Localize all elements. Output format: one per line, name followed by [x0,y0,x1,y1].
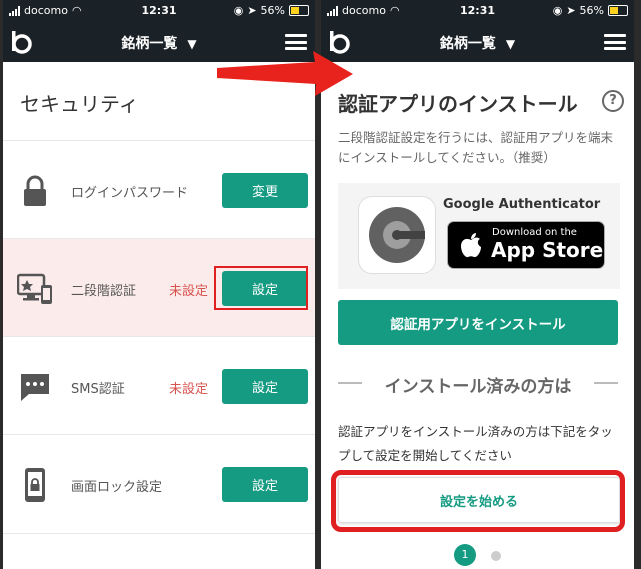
screen-lock-setup-button[interactable]: 設定 [222,467,308,502]
monitor-phone-icon [17,273,52,304]
security-row-sms: SMS認証 未設定 設定 [3,336,315,435]
google-authenticator-icon[interactable] [358,196,436,274]
install-description: 二段階認証設定を行うには、認証用アプリを端末にインストールしてください。（推奨） [338,130,614,165]
phone-lock-icon [25,468,45,502]
page-indicator-next[interactable] [491,551,501,561]
status-right: ◉ ➤ 56% [234,4,309,17]
install-app-button[interactable]: 認証用アプリをインストール [338,300,618,345]
help-icon[interactable]: ? [602,90,624,112]
app-card: Google Authenticator Download on the App… [338,183,620,289]
nav-bar: 銘柄一覧 ▼ [321,22,634,62]
apple-icon [461,233,481,258]
divider-line [594,382,618,384]
appstore-label: App Store [491,238,604,262]
location-icon: ➤ [566,4,576,17]
change-password-button[interactable]: 変更 [222,173,308,208]
status-badge: 未設定 [169,382,209,397]
battery-percent: 56% [579,4,604,17]
app-name: Google Authenticator [443,197,601,212]
page-title: セキュリティ [20,92,139,116]
chat-bubble-icon [21,374,49,401]
page-title: 認証アプリのインストール [338,92,578,116]
app-store-badge[interactable]: Download on the App Store [447,221,605,269]
installed-description: 認証アプリをインストール済みの方は下記をタップして設定を開始してください [338,424,613,463]
row-label: ログインパスワード [71,186,189,201]
row-label: 画面ロック設定 [71,480,163,495]
battery-icon [289,5,309,16]
nav-title: 銘柄一覧 [121,36,178,52]
security-row-screen-lock: 画面ロック設定 設定 [3,434,315,534]
hamburger-menu-icon[interactable] [604,34,626,50]
highlight-box [331,470,625,532]
row-label: SMS認証 [71,382,125,397]
status-bar: docomo ◠ 12:31 ◉ ➤ 56% [3,0,315,22]
status-bar: docomo ◠ 12:31 ◉ ➤ 56% [321,0,634,22]
page-indicator-current[interactable]: 1 [454,544,476,566]
security-row-password: ログインパスワード 変更 [3,140,315,239]
status-right: ◉ ➤ 56% [553,4,628,17]
chevron-down-icon: ▼ [187,37,197,51]
row-label: 二段階認証 [71,284,137,299]
pagination: 1 [321,544,634,566]
battery-icon [608,5,628,16]
arrow-right-icon [217,51,353,96]
nav-title: 銘柄一覧 [439,36,496,52]
nav-title-dropdown[interactable]: 銘柄一覧 ▼ [321,33,634,53]
section-divider: インストール済みの方は [338,372,618,397]
highlight-box [214,266,308,310]
sms-setup-button[interactable]: 設定 [222,369,308,404]
orientation-lock-icon: ◉ [552,4,563,17]
orientation-lock-icon: ◉ [233,4,244,17]
divider-text: インストール済みの方は [384,377,572,397]
lock-icon [24,175,46,206]
status-badge: 未設定 [169,284,209,299]
location-icon: ➤ [247,4,257,17]
chevron-down-icon: ▼ [505,37,516,51]
battery-percent: 56% [260,4,285,17]
appstore-caption: Download on the [492,227,577,238]
